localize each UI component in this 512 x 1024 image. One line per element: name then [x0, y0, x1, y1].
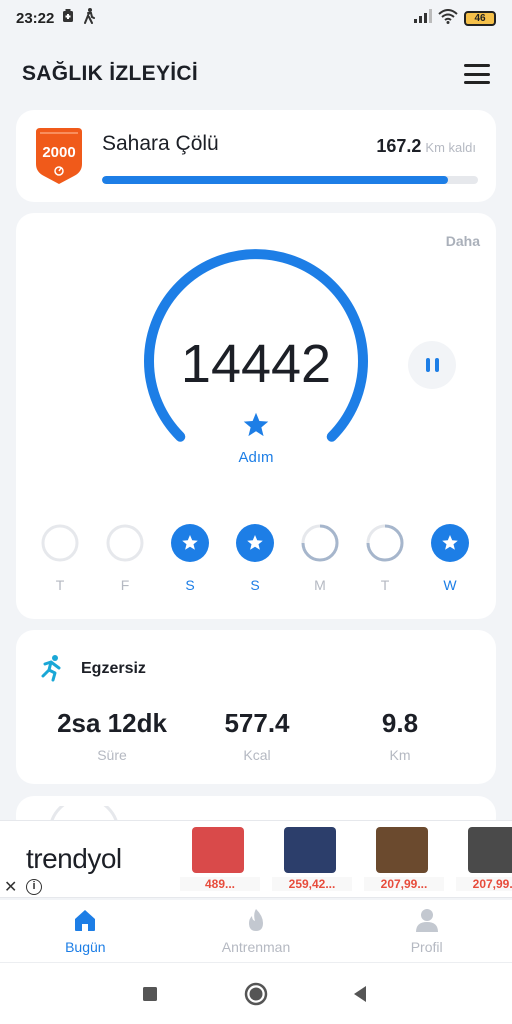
day-item[interactable]: T [40, 523, 80, 603]
page-title: SAĞLIK İZLEYİCİ [22, 62, 199, 85]
ad-banner[interactable]: trendyol ✕ i 489... 259,42... 207,99... 207… [0, 820, 512, 898]
home-icon [75, 910, 96, 931]
day-item[interactable]: W [430, 523, 470, 603]
day-letter: F [120, 577, 130, 593]
duration-value: 2sa 12dk [57, 708, 167, 738]
wifi-icon [438, 8, 458, 28]
day-item[interactable]: M [300, 523, 340, 603]
goal-remaining: 167.2 Km kaldı [376, 136, 476, 157]
goal-card[interactable]: 2000 Sahara Çölü 167.2 Km kaldı [16, 110, 496, 202]
product-image [192, 827, 244, 873]
menu-icon[interactable] [464, 64, 490, 84]
product-price: 207,99... [364, 877, 444, 891]
star-icon [243, 412, 269, 437]
challenge-badge-icon: 2000 [36, 128, 82, 184]
distance-label: Km [389, 747, 411, 763]
day-item[interactable]: F [105, 523, 145, 603]
nav-label-profile: Profil [410, 939, 443, 955]
day-letter: W [443, 577, 457, 593]
day-empty-ring [41, 524, 79, 562]
goal-progress-fill [102, 176, 448, 184]
day-item[interactable]: T [365, 523, 405, 603]
badge-number: 2000 [42, 144, 75, 161]
calories-label: Kcal [243, 747, 271, 763]
back-icon[interactable] [347, 981, 373, 1007]
day-letter: S [250, 577, 260, 593]
pause-button[interactable] [408, 341, 456, 389]
duration-stat: 2sa 12dk Süre [42, 708, 182, 763]
day-letter: T [380, 577, 390, 593]
goal-remaining-unit: Km kaldı [425, 140, 476, 155]
day-empty-ring [106, 524, 144, 562]
ad-product[interactable]: 259,42... [272, 825, 352, 895]
product-price: 259,42... [272, 877, 352, 891]
product-image [284, 827, 336, 873]
goal-progress-bar [102, 176, 478, 184]
battery-icon: 46 [464, 10, 496, 26]
exercise-title: Egzersiz [81, 660, 146, 677]
exercise-card[interactable]: Egzersiz 2sa 12dk Süre 577.4 Kcal 9.8 Km [16, 630, 496, 784]
ad-brand-logo[interactable]: trendyol [26, 843, 122, 875]
flame-icon [249, 909, 263, 931]
day-complete-star-icon [236, 524, 274, 562]
duration-label: Süre [97, 747, 127, 763]
day-item[interactable]: S [235, 523, 275, 603]
product-price: 207,99... [456, 877, 512, 891]
more-link[interactable]: Daha [446, 233, 480, 249]
home-button-icon[interactable] [243, 981, 269, 1007]
day-complete-star-icon [431, 524, 469, 562]
goal-name: Sahara Çölü [102, 132, 219, 155]
nav-item-training[interactable]: Antrenman [171, 900, 342, 962]
ad-product[interactable]: 489... [180, 825, 260, 895]
app-header: SAĞLIK İZLEYİCİ [0, 44, 512, 104]
bottom-nav: Bugün Antrenman Profil [0, 900, 512, 962]
day-item[interactable]: S [170, 523, 210, 603]
goal-remaining-value: 167.2 [376, 136, 422, 156]
day-progress-ring [366, 524, 404, 562]
distance-stat: 9.8 Km [330, 708, 470, 763]
product-price: 489... [180, 877, 260, 891]
steps-card: Daha 14442 Adım T F S S M T W [16, 213, 496, 619]
distance-value: 9.8 [381, 708, 419, 738]
battery-level: 46 [474, 12, 486, 24]
nav-label-today: Bugün [65, 939, 106, 955]
nav-item-today[interactable]: Bugün [0, 900, 171, 962]
calories-stat: 577.4 Kcal [187, 708, 327, 763]
nav-label-training: Antrenman [221, 939, 291, 955]
status-time: 23:22 [16, 9, 55, 27]
day-complete-star-icon [171, 524, 209, 562]
recent-apps-icon[interactable] [137, 981, 163, 1007]
status-bar: 23:22 46 [0, 0, 512, 36]
system-nav-bar [0, 962, 512, 1024]
step-count: 14442 [180, 334, 332, 394]
signal-icon [414, 9, 432, 27]
nav-item-profile[interactable]: Profil [341, 900, 512, 962]
ad-product[interactable]: 207,99... [364, 825, 444, 895]
steps-label: Adım [238, 449, 274, 466]
close-icon[interactable]: ✕ [4, 877, 17, 897]
ad-product[interactable]: 207,99... [456, 825, 512, 895]
day-letter: S [185, 577, 195, 593]
calories-value: 577.4 [224, 708, 290, 738]
product-image [468, 827, 512, 873]
notification-icon [62, 9, 74, 27]
day-letter: T [55, 577, 65, 593]
info-icon[interactable]: i [26, 879, 42, 895]
running-icon [41, 655, 61, 682]
product-image [376, 827, 428, 873]
person-icon [415, 909, 438, 932]
walking-icon [82, 8, 96, 28]
week-progress: TFSSMTW [40, 523, 496, 603]
day-progress-ring [301, 524, 339, 562]
day-letter: M [314, 577, 326, 593]
